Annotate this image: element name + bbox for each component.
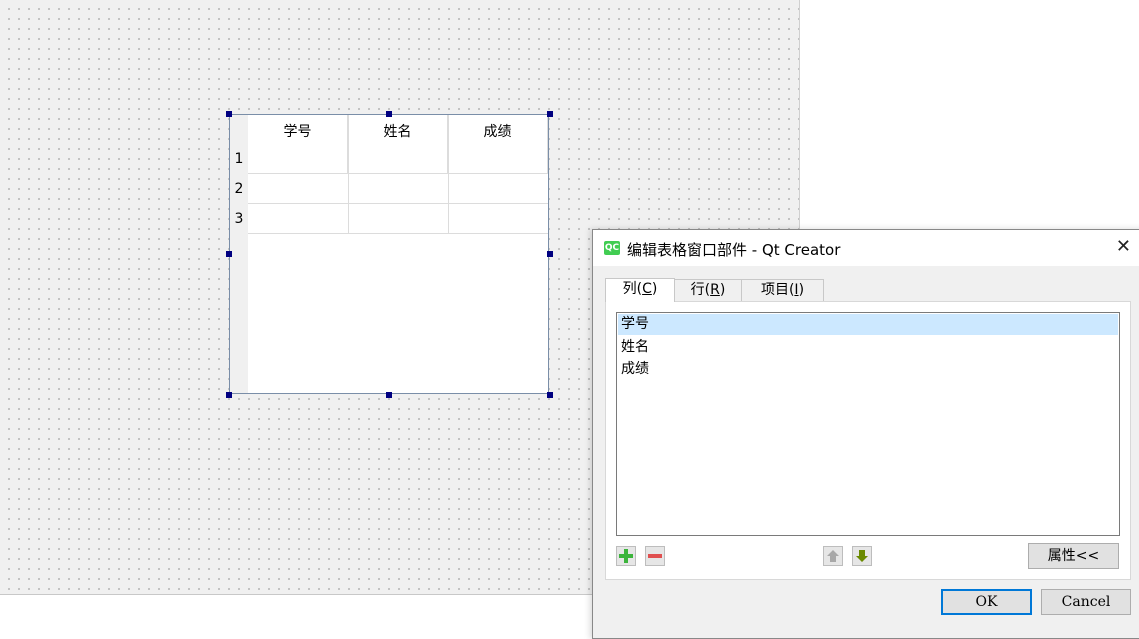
row-divider — [248, 173, 548, 174]
dialog-titlebar[interactable]: QC 编辑表格窗口部件 - Qt Creator ✕ — [593, 230, 1139, 266]
tab-label: 列 — [622, 281, 637, 297]
edit-table-dialog: QC 编辑表格窗口部件 - Qt Creator ✕ 列(C) 行(R) 项目(… — [592, 229, 1139, 639]
resize-handle[interactable] — [547, 251, 553, 257]
qt-creator-logo-icon: QC — [604, 241, 620, 255]
add-column-button[interactable] — [616, 546, 636, 566]
tab-rows[interactable]: 行(R) — [674, 279, 742, 301]
row-header: 3 — [234, 211, 244, 227]
arrow-up-icon — [827, 550, 839, 562]
move-up-button[interactable] — [823, 546, 843, 566]
resize-handle[interactable] — [226, 392, 232, 398]
column-header: 成绩 — [448, 115, 548, 173]
tab-columns[interactable]: 列(C) — [605, 278, 675, 302]
column-header: 姓名 — [348, 115, 448, 173]
resize-handle[interactable] — [386, 111, 392, 117]
move-down-button[interactable] — [852, 546, 872, 566]
resize-handle[interactable] — [547, 111, 553, 117]
remove-column-button[interactable] — [645, 546, 665, 566]
column-list[interactable]: 学号 姓名 成绩 — [616, 312, 1120, 536]
dialog-title: 编辑表格窗口部件 - Qt Creator — [627, 241, 841, 259]
tab-label: 行 — [690, 282, 705, 298]
list-item[interactable]: 成绩 — [617, 358, 1119, 380]
properties-toggle-button[interactable]: 属性<< — [1028, 543, 1119, 569]
column-divider — [348, 115, 349, 234]
resize-handle[interactable] — [226, 111, 232, 117]
table-widget[interactable]: 学号 姓名 成绩 1 2 3 — [229, 114, 549, 394]
tab-mnemonic: I — [794, 282, 799, 298]
minus-icon — [648, 554, 662, 558]
close-icon[interactable]: ✕ — [1116, 237, 1131, 257]
cancel-button[interactable]: Cancel — [1041, 589, 1131, 615]
row-header: 1 — [234, 151, 244, 167]
row-divider — [248, 203, 548, 204]
tab-items[interactable]: 项目(I) — [741, 279, 824, 301]
list-item[interactable]: 姓名 — [617, 336, 1119, 358]
tab-mnemonic: C — [642, 281, 652, 297]
column-divider — [448, 115, 449, 234]
resize-handle[interactable] — [386, 392, 392, 398]
tab-label: 项目 — [760, 282, 789, 298]
row-divider — [248, 233, 548, 234]
list-item[interactable]: 学号 — [618, 314, 1118, 335]
resize-handle[interactable] — [226, 251, 232, 257]
column-header: 学号 — [248, 115, 348, 173]
tab-mnemonic: R — [710, 282, 720, 298]
ok-button[interactable]: OK — [941, 589, 1032, 615]
columns-tab-pane: 学号 姓名 成绩 属性<< — [605, 301, 1131, 580]
plus-icon — [619, 549, 633, 563]
resize-handle[interactable] — [547, 392, 553, 398]
arrow-down-icon — [856, 550, 868, 562]
row-header: 2 — [234, 181, 244, 197]
